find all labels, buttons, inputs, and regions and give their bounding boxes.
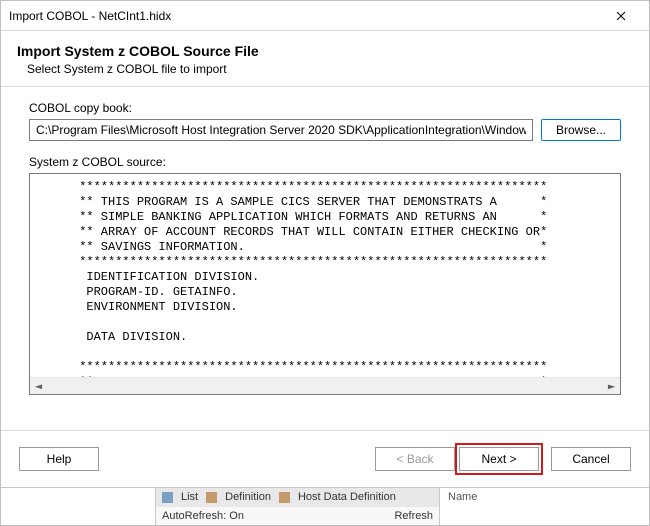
- copybook-row: Browse...: [29, 119, 621, 141]
- wizard-header: Import System z COBOL Source File Select…: [1, 31, 649, 86]
- scroll-right-arrow-icon[interactable]: ►: [603, 378, 620, 395]
- copybook-label: COBOL copy book:: [29, 101, 621, 115]
- wizard-footer: Help < Back Next > Cancel List Definitio…: [1, 430, 649, 525]
- close-icon: [616, 11, 626, 21]
- source-label: System z COBOL source:: [29, 155, 621, 169]
- cancel-button[interactable]: Cancel: [551, 447, 631, 471]
- help-button[interactable]: Help: [19, 447, 99, 471]
- background-tab-row: List Definition Host Data Definition: [156, 488, 439, 507]
- close-button[interactable]: [601, 1, 641, 31]
- background-mid-pane: List Definition Host Data Definition Aut…: [156, 488, 439, 525]
- definition-icon: [206, 492, 217, 503]
- refresh-link: Refresh: [394, 510, 433, 522]
- background-status-row: AutoRefresh: On Refresh: [156, 507, 439, 526]
- background-right-pane: Name: [439, 488, 649, 525]
- scroll-track[interactable]: [47, 378, 603, 395]
- dialog-window: Import COBOL - NetCInt1.hidx Import Syst…: [0, 0, 650, 526]
- horizontal-scrollbar[interactable]: ◄ ►: [30, 377, 620, 394]
- copybook-path-input[interactable]: [29, 119, 533, 141]
- wizard-body: COBOL copy book: Browse... System z COBO…: [1, 87, 649, 401]
- definition-tab: Definition: [225, 491, 271, 503]
- background-ide-strip: List Definition Host Data Definition Aut…: [1, 487, 649, 525]
- window-title: Import COBOL - NetCInt1.hidx: [9, 9, 601, 23]
- title-bar: Import COBOL - NetCInt1.hidx: [1, 1, 649, 31]
- host-data-icon: [279, 492, 290, 503]
- host-data-tab: Host Data Definition: [298, 491, 396, 503]
- autorefresh-status: AutoRefresh: On: [162, 510, 244, 522]
- back-button: < Back: [375, 447, 455, 471]
- list-icon: [162, 492, 173, 503]
- background-left-pane: [1, 488, 156, 525]
- browse-button[interactable]: Browse...: [541, 119, 621, 141]
- button-bar: Help < Back Next > Cancel: [1, 430, 649, 487]
- source-content: ****************************************…: [30, 174, 620, 377]
- next-button[interactable]: Next >: [459, 447, 539, 471]
- next-button-highlight: Next >: [455, 443, 543, 475]
- page-title: Import System z COBOL Source File: [17, 43, 633, 59]
- name-column-header: Name: [448, 491, 477, 503]
- source-textbox[interactable]: ****************************************…: [29, 173, 621, 395]
- list-tab: List: [181, 491, 198, 503]
- scroll-left-arrow-icon[interactable]: ◄: [30, 378, 47, 395]
- page-subtitle: Select System z COBOL file to import: [27, 62, 633, 76]
